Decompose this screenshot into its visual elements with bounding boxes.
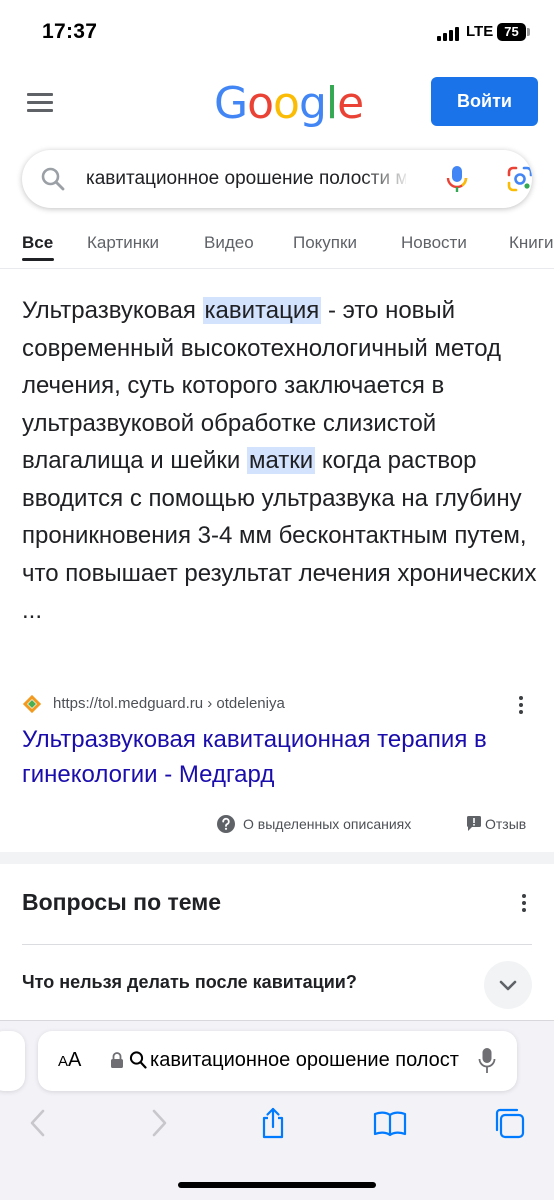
logo-letter: e (337, 78, 364, 129)
search-text-fade (362, 160, 412, 198)
reader-aa-button[interactable]: AA (58, 1049, 81, 1072)
related-questions-more-icon[interactable] (521, 894, 527, 914)
search-box[interactable]: кавитационное орошение полости матки (22, 150, 532, 208)
result-url: https://tol.medguard.ru › otdeleniya (53, 695, 285, 712)
microphone-icon[interactable] (478, 1047, 496, 1075)
cellular-signal-icon (437, 27, 463, 41)
snippet-footer: О выделенных описаниях Отзыв (0, 812, 554, 836)
result-source[interactable]: https://tol.medguard.ru › otdeleniya (22, 692, 537, 718)
tab-news[interactable]: Новости (401, 233, 467, 253)
result-title-link[interactable]: Ультразвуковая кавитационная терапия в г… (22, 722, 542, 792)
aa-large-letter: A (68, 1049, 82, 1071)
forward-arrow-icon[interactable] (141, 1106, 175, 1140)
chevron-down-icon (499, 980, 517, 991)
search-icon (129, 1051, 147, 1069)
previous-tab-preview[interactable] (0, 1031, 25, 1091)
featured-snippet-text: Ультразвуковая кавитация - это новый сов… (22, 292, 537, 630)
more-options-icon[interactable] (518, 696, 524, 716)
back-arrow-icon[interactable] (22, 1106, 56, 1140)
aa-small-letter: A (58, 1053, 69, 1070)
status-time: 17:37 (42, 20, 98, 43)
voice-search-icon[interactable] (442, 164, 472, 194)
google-lens-icon[interactable] (505, 164, 532, 194)
tab-images[interactable]: Картинки (87, 233, 159, 253)
logo-letter: G (214, 78, 248, 129)
about-featured-snippets-link[interactable]: О выделенных описаниях (243, 816, 411, 832)
logo-letter: o (247, 78, 274, 129)
tab-shopping[interactable]: Покупки (293, 233, 357, 253)
section-separator (0, 852, 554, 864)
related-questions-divider (22, 944, 532, 945)
snippet-highlight: кавитация (202, 297, 322, 324)
tab-videos[interactable]: Видео (204, 233, 254, 253)
feedback-flag-icon[interactable] (466, 815, 482, 831)
expand-question-button[interactable] (484, 961, 532, 1009)
site-favicon-icon (22, 694, 42, 714)
home-indicator (178, 1182, 376, 1188)
search-input[interactable]: кавитационное орошение полости матки (86, 168, 406, 190)
tab-books[interactable]: Книги (509, 233, 553, 253)
feedback-link[interactable]: Отзыв (485, 816, 526, 832)
share-icon[interactable] (256, 1106, 290, 1140)
battery-tip (527, 28, 530, 36)
logo-letter: g (298, 78, 327, 129)
active-tab-indicator (22, 258, 54, 261)
hamburger-menu-icon[interactable] (27, 93, 53, 113)
tabs-divider (0, 268, 554, 269)
logo-letter: o (273, 78, 300, 129)
sign-in-button[interactable]: Войти (431, 77, 538, 126)
safari-address-bar[interactable]: AA кавитационное орошение полости матки (38, 1031, 517, 1091)
lock-icon (111, 1052, 123, 1068)
status-bar: 17:37 LTE 75 (0, 0, 554, 66)
search-icon[interactable] (40, 166, 66, 192)
search-tabs: Все Картинки Видео Покупки Новости Книги (0, 224, 554, 264)
related-question-item[interactable]: Что нельзя делать после кавитации? (22, 972, 357, 993)
tab-all[interactable]: Все (22, 233, 53, 253)
battery-icon: 75 (497, 23, 526, 41)
address-text[interactable]: кавитационное орошение полости матки (150, 1049, 460, 1072)
related-questions-title: Вопросы по теме (22, 889, 222, 915)
battery-level: 75 (504, 24, 519, 39)
bookmarks-icon[interactable] (373, 1106, 407, 1140)
google-logo[interactable]: Google (214, 78, 364, 129)
snippet-text-part1: Ультразвуковая (22, 297, 203, 324)
logo-letter: l (325, 78, 338, 129)
snippet-highlight: матки (246, 447, 316, 474)
network-type: LTE (466, 23, 494, 40)
help-icon[interactable] (216, 814, 236, 834)
tabs-icon[interactable] (492, 1106, 526, 1140)
